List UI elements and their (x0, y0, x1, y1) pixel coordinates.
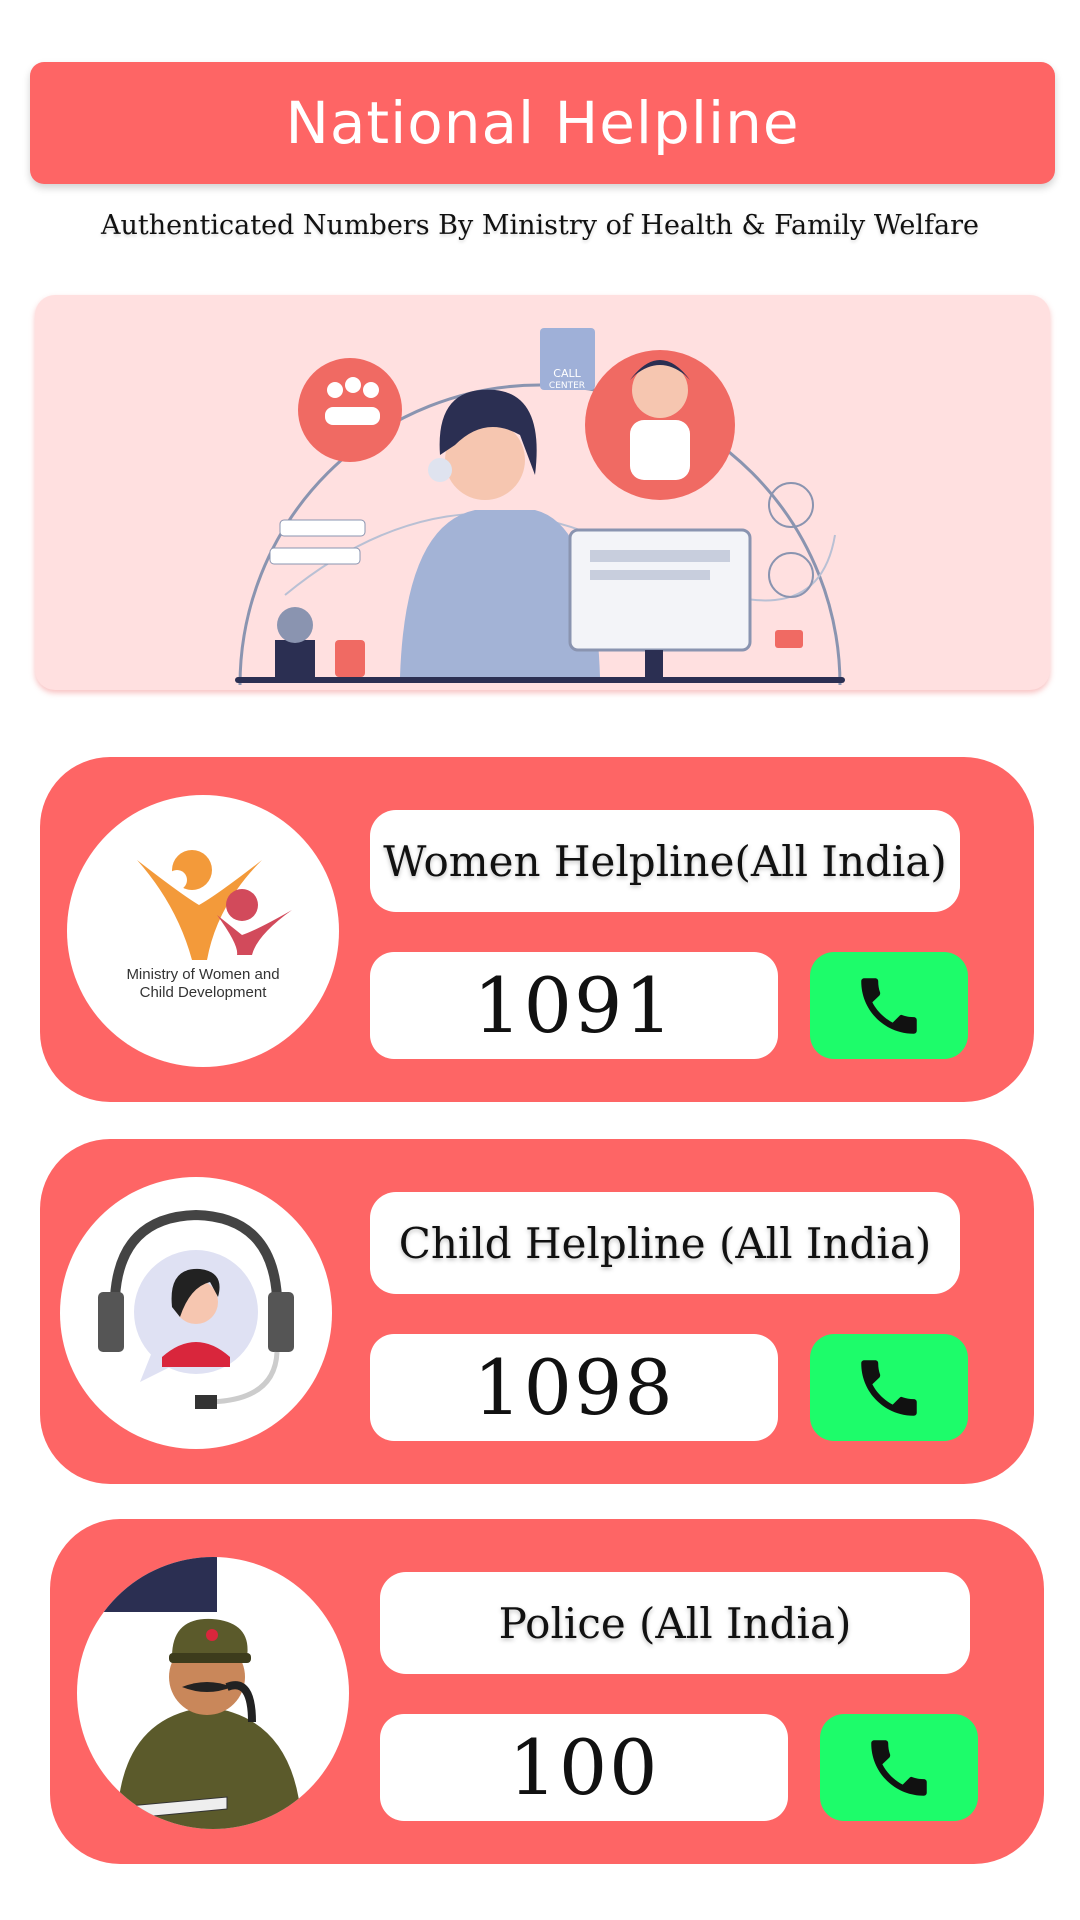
phone-icon (861, 1359, 917, 1416)
logo-line-1: Ministry of Women and (126, 966, 279, 983)
phone-icon (871, 1739, 927, 1796)
helpline-card-police: Police (All India) 100 (50, 1519, 1044, 1864)
badge-text-2: CENTER (549, 381, 585, 391)
call-center-illustration: CALL CENTER (235, 328, 845, 686)
headset-avatar (60, 1177, 332, 1449)
helpline-number[interactable]: 100 (380, 1714, 788, 1821)
helpline-label: Child Helpline (All India) (370, 1192, 960, 1294)
helpline-number[interactable]: 1098 (370, 1334, 778, 1441)
hero-illustration: CALL CENTER (35, 295, 1050, 690)
helpline-label: Women Helpline(All India) (370, 810, 960, 912)
call-button[interactable] (810, 952, 968, 1059)
phone-icon (861, 977, 917, 1034)
call-button[interactable] (810, 1334, 968, 1441)
helpline-label: Police (All India) (380, 1572, 970, 1674)
helpline-card-child: Child Helpline (All India) 1098 (40, 1139, 1034, 1484)
page-title: National Helpline (285, 89, 800, 157)
ministry-logo: Ministry of Women and Child Development (67, 795, 339, 1067)
call-button[interactable] (820, 1714, 978, 1821)
header-bar: National Helpline (30, 62, 1055, 184)
police-avatar (77, 1557, 349, 1829)
helpline-card-women: Ministry of Women and Child Development … (40, 757, 1034, 1102)
helpline-number[interactable]: 1091 (370, 952, 778, 1059)
badge-text-1: CALL (553, 367, 581, 380)
logo-line-2: Child Development (140, 984, 268, 1001)
subtitle: Authenticated Numbers By Ministry of Hea… (101, 210, 979, 241)
